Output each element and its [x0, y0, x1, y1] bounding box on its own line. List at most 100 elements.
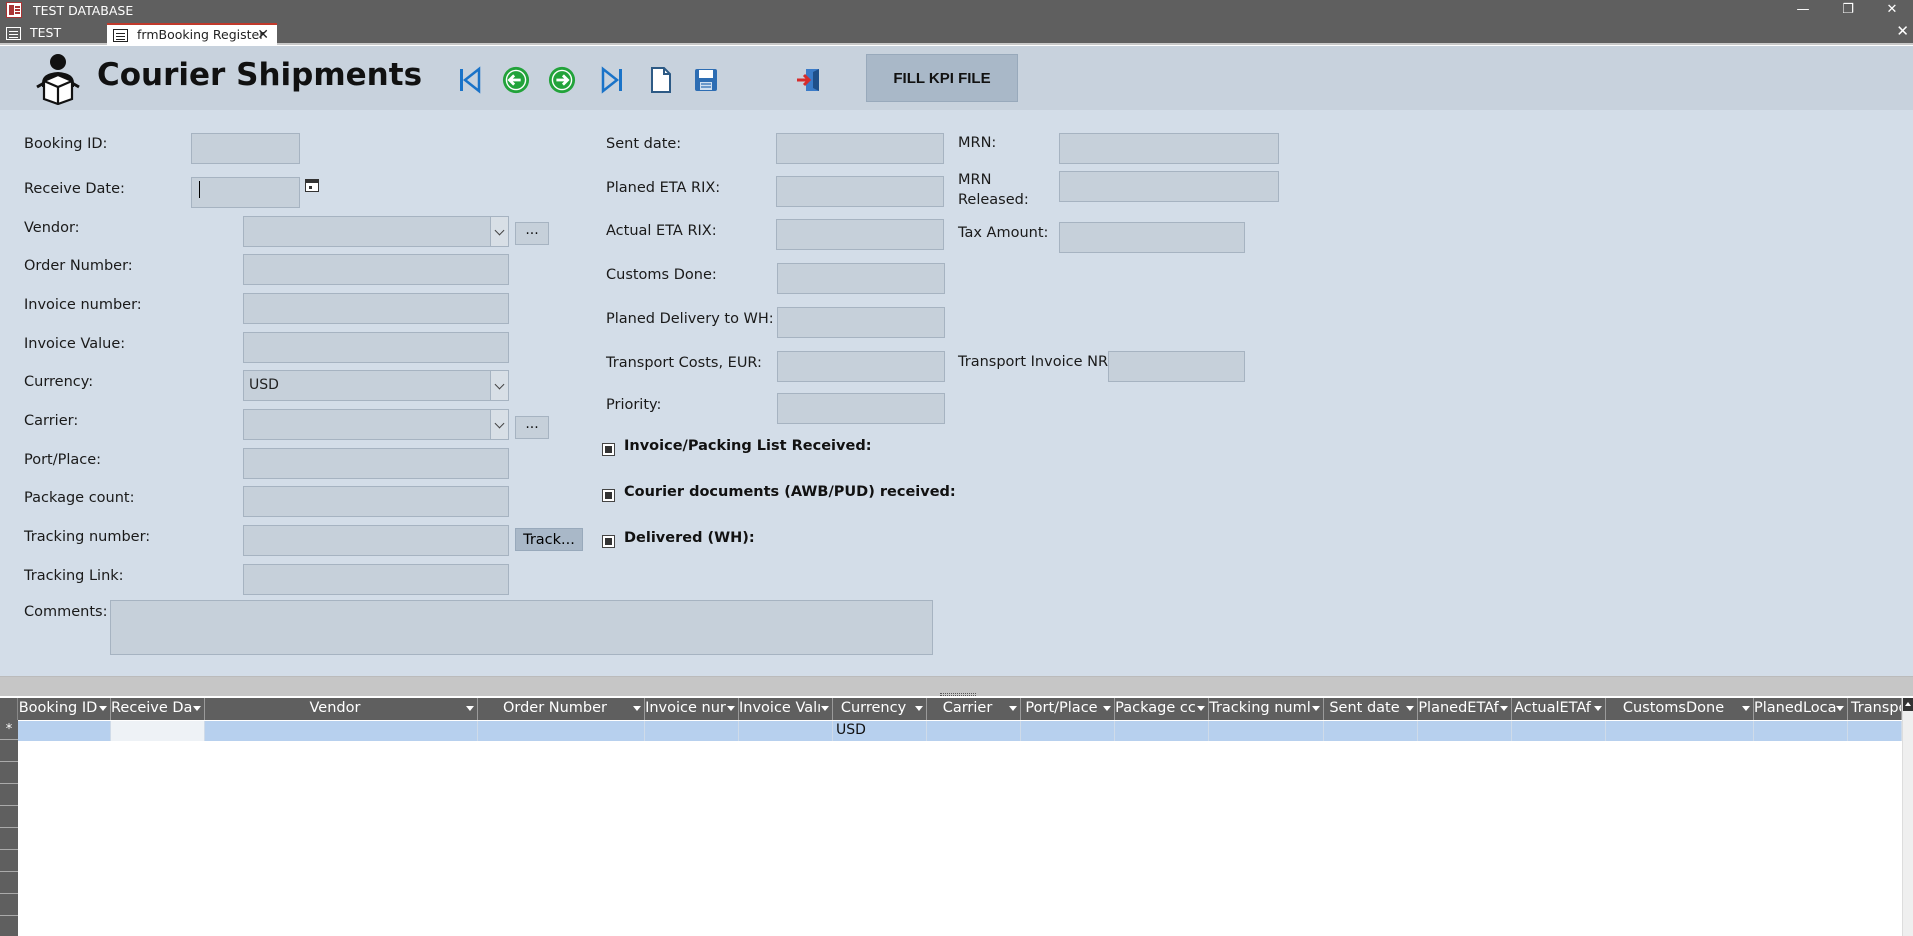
chevron-down-icon[interactable] [490, 410, 508, 439]
chevron-down-icon[interactable] [1009, 706, 1017, 711]
cell-actual-eta[interactable] [1512, 721, 1606, 741]
chevron-down-icon[interactable] [99, 706, 107, 711]
close-tab-icon[interactable]: ✕ [257, 25, 269, 45]
chevron-down-icon[interactable] [1594, 706, 1602, 711]
invoice-number-field[interactable] [243, 293, 509, 324]
mrn-released-field[interactable] [1059, 171, 1279, 202]
chevron-down-icon[interactable] [1742, 706, 1750, 711]
transport-costs-field[interactable] [777, 351, 945, 382]
column-header-actual-eta[interactable]: ActualETAf [1512, 698, 1606, 720]
comments-field[interactable] [110, 600, 933, 655]
column-header-currency[interactable]: Currency [833, 698, 927, 720]
cell-transport[interactable] [1848, 721, 1902, 741]
new-record-icon[interactable] [646, 65, 674, 95]
exit-icon[interactable] [795, 65, 823, 95]
actual-eta-rix-field[interactable] [776, 219, 944, 250]
courier-docs-checkbox[interactable] [602, 489, 615, 502]
chevron-down-icon[interactable] [466, 706, 474, 711]
cell-package-count[interactable] [1115, 721, 1209, 741]
restore-icon[interactable]: ❐ [1826, 0, 1870, 21]
chevron-down-icon[interactable] [490, 371, 508, 400]
scroll-up-icon[interactable] [1903, 698, 1913, 711]
next-record-icon[interactable] [548, 65, 576, 95]
column-header-booking-id[interactable]: Booking ID [18, 698, 111, 720]
receive-date-field[interactable] [191, 177, 300, 208]
cell-currency[interactable]: USD [833, 721, 927, 741]
split-form-divider[interactable] [0, 676, 1913, 696]
package-count-field[interactable] [243, 486, 509, 517]
vendor-lookup-button[interactable]: ... [515, 222, 549, 245]
chevron-down-icon[interactable] [193, 706, 201, 711]
column-header-customs-done[interactable]: CustomsDone [1606, 698, 1754, 720]
cell-port-place[interactable] [1021, 721, 1115, 741]
chevron-down-icon[interactable] [915, 706, 923, 711]
column-header-invoice-number[interactable]: Invoice nur [645, 698, 739, 720]
order-number-field[interactable] [243, 254, 509, 285]
vendor-combo[interactable] [243, 216, 509, 247]
column-header-invoice-value[interactable]: Invoice Valı [739, 698, 833, 720]
transport-invoice-nr-field[interactable] [1108, 351, 1245, 382]
tax-amount-field[interactable] [1059, 222, 1245, 253]
column-header-package-count[interactable]: Package cc [1115, 698, 1209, 720]
select-all-cell[interactable] [0, 698, 18, 720]
currency-combo[interactable]: USD [243, 370, 509, 401]
column-header-vendor[interactable]: Vendor [205, 698, 478, 720]
chevron-down-icon[interactable] [1500, 706, 1508, 711]
cell-carrier[interactable] [927, 721, 1021, 741]
new-record-selector[interactable]: * [0, 720, 18, 740]
cell-invoice-value[interactable] [739, 721, 833, 741]
previous-record-icon[interactable] [502, 65, 530, 95]
column-header-order-number[interactable]: Order Number [478, 698, 645, 720]
delivered-checkbox[interactable] [602, 535, 615, 548]
access-app-icon[interactable] [6, 2, 22, 18]
invoice-value-field[interactable] [243, 332, 509, 363]
booking-id-field[interactable] [191, 133, 300, 164]
chevron-down-icon[interactable] [727, 706, 735, 711]
tracking-number-field[interactable] [243, 525, 509, 556]
chevron-down-icon[interactable] [1836, 706, 1844, 711]
new-record-row[interactable]: USD [18, 721, 1902, 741]
column-header-planed-location[interactable]: PlanedLoca [1754, 698, 1848, 720]
priority-field[interactable] [777, 393, 945, 424]
cell-order-number[interactable] [478, 721, 645, 741]
save-icon[interactable] [692, 65, 720, 95]
port-place-field[interactable] [243, 448, 509, 479]
chevron-down-icon[interactable] [633, 706, 641, 711]
sent-date-field[interactable] [776, 133, 944, 164]
tracking-link-field[interactable] [243, 564, 509, 595]
calendar-icon[interactable] [305, 179, 319, 192]
last-record-icon[interactable] [598, 65, 626, 95]
chevron-down-icon[interactable] [1406, 706, 1414, 711]
tab-frm-booking-register[interactable]: frmBooking Register ✕ [107, 23, 277, 45]
column-header-sent-date[interactable]: Sent date [1324, 698, 1418, 720]
cell-booking-id[interactable] [18, 721, 111, 741]
cell-customs-done[interactable] [1606, 721, 1754, 741]
cell-receive-date[interactable] [111, 721, 205, 741]
fill-kpi-file-button[interactable]: FILL KPI FILE [866, 54, 1018, 102]
close-document-icon[interactable]: ✕ [1896, 22, 1909, 40]
cell-planed-eta[interactable] [1418, 721, 1512, 741]
chevron-down-icon[interactable] [1197, 706, 1205, 711]
chevron-down-icon[interactable] [821, 706, 829, 711]
first-record-icon[interactable] [456, 65, 484, 95]
mrn-field[interactable] [1059, 133, 1279, 164]
cell-planed-location[interactable] [1754, 721, 1848, 741]
cell-sent-date[interactable] [1324, 721, 1418, 741]
column-header-tracking-number[interactable]: Tracking numl [1209, 698, 1324, 720]
invoice-packing-checkbox[interactable] [602, 443, 615, 456]
vertical-scrollbar[interactable] [1902, 698, 1913, 936]
chevron-down-icon[interactable] [1103, 706, 1111, 711]
chevron-down-icon[interactable] [490, 217, 508, 246]
column-header-planed-eta[interactable]: PlanedETAf [1418, 698, 1512, 720]
column-header-transport[interactable]: Transpo [1848, 698, 1902, 720]
chevron-down-icon[interactable] [1312, 706, 1320, 711]
planed-delivery-field[interactable] [777, 307, 945, 338]
cell-tracking-number[interactable] [1209, 721, 1324, 741]
cell-invoice-number[interactable] [645, 721, 739, 741]
cell-vendor[interactable] [205, 721, 478, 741]
tab-test-accdb[interactable]: TEST ACCDB [0, 23, 104, 60]
close-window-icon[interactable]: ✕ [1870, 0, 1913, 21]
carrier-lookup-button[interactable]: ... [515, 416, 549, 439]
track-button[interactable]: Track... [515, 528, 583, 551]
column-header-port-place[interactable]: Port/Place [1021, 698, 1115, 720]
